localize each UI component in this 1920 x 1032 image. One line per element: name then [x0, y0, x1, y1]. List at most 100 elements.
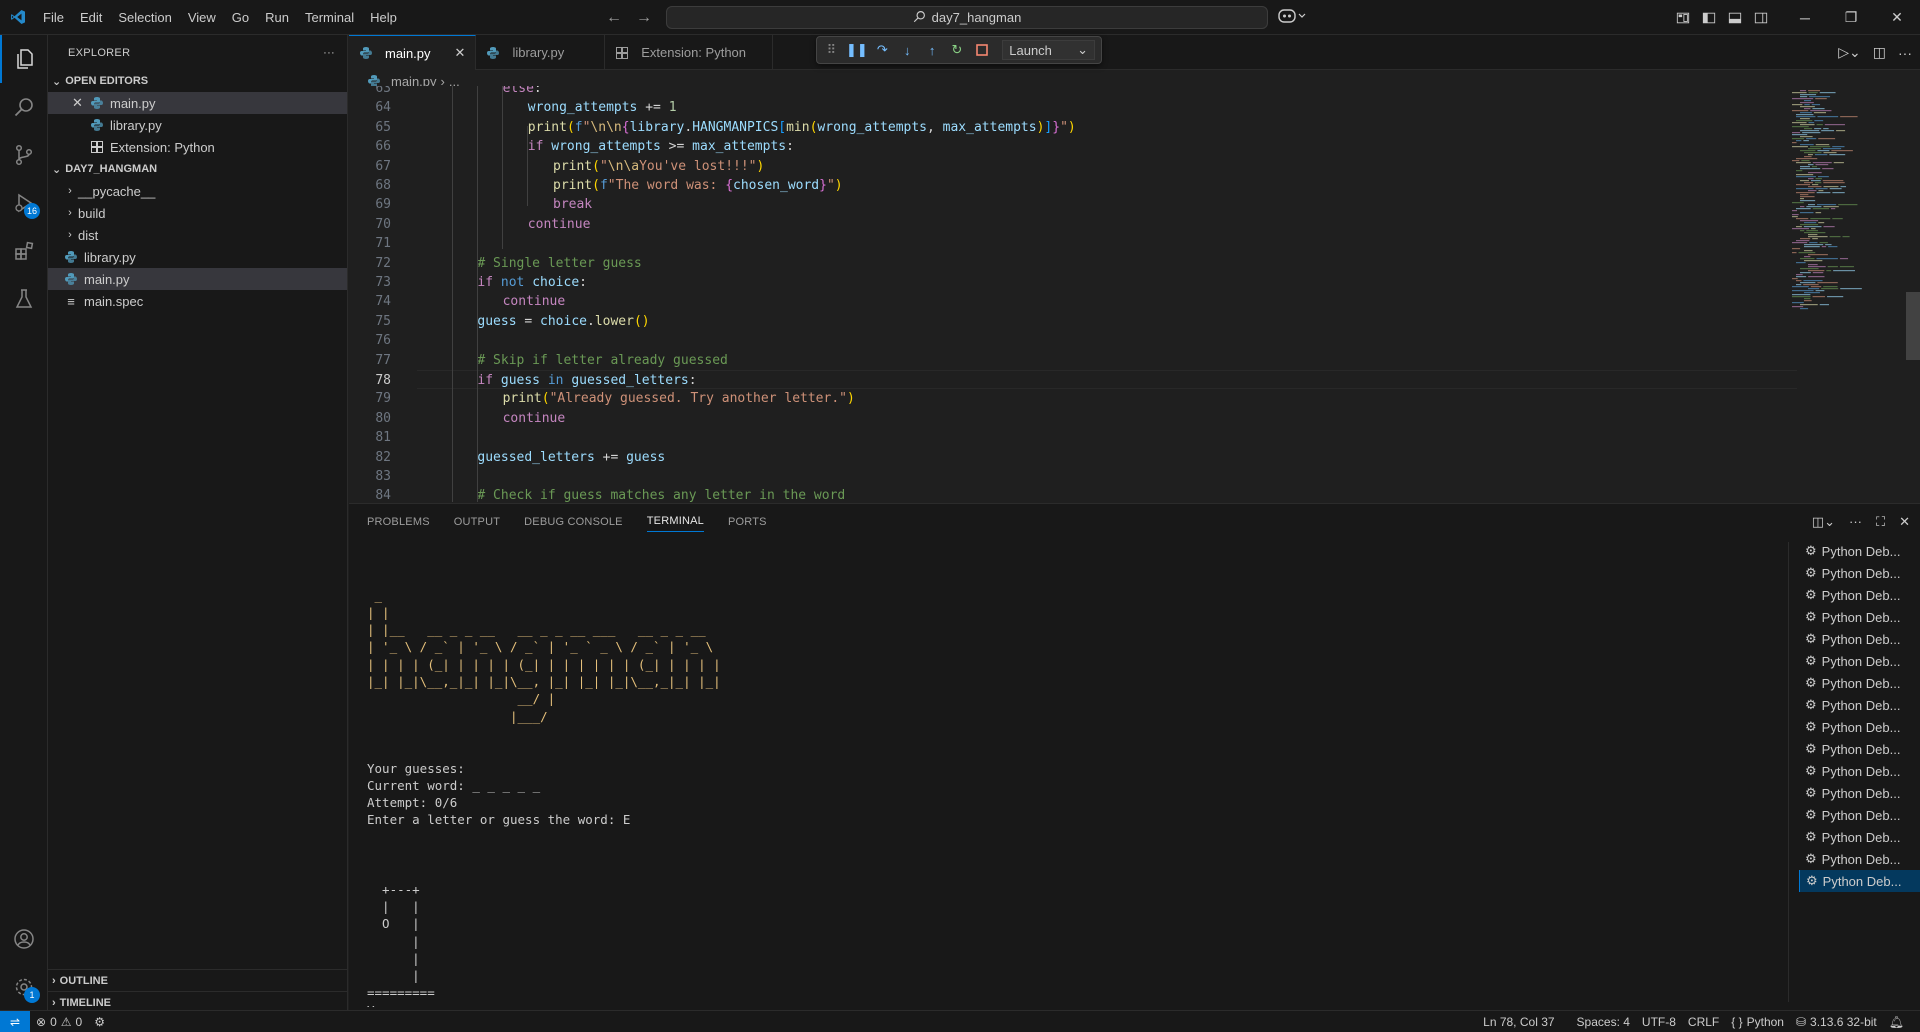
back-arrow-icon[interactable]: ←: [606, 9, 622, 27]
line-number[interactable]: 77: [349, 351, 391, 370]
folder-dist[interactable]: › dist: [48, 224, 347, 246]
code-line[interactable]: 82 guessed_letters += guess: [349, 448, 1789, 467]
terminal-instance-item[interactable]: ⚙ Python Deb...: [1799, 738, 1920, 760]
code-line[interactable]: 64 wrong_attempts += 1: [349, 98, 1789, 117]
menu-help[interactable]: Help: [362, 0, 405, 35]
testing-icon[interactable]: [0, 275, 48, 323]
menu-run[interactable]: Run: [257, 0, 297, 35]
toggle-panel-icon[interactable]: [1722, 0, 1748, 35]
more-actions-icon[interactable]: ···: [1849, 514, 1862, 529]
terminal-instance-item[interactable]: ⚙ Python Deb...: [1799, 804, 1920, 826]
line-number[interactable]: 67: [349, 157, 391, 176]
close-tab-icon[interactable]: ✕: [455, 45, 466, 61]
line-number[interactable]: 76: [349, 331, 391, 350]
code-line[interactable]: 68 print(f"The word was: {chosen_word}"): [349, 176, 1789, 195]
code-line[interactable]: 78 if guess in guessed_letters:: [375, 370, 1797, 389]
outline-section[interactable]: › OUTLINE: [48, 969, 347, 991]
code-line[interactable]: 75 guess = choice.lower(): [349, 312, 1789, 331]
minimize-window-icon[interactable]: ─: [1782, 0, 1828, 35]
code-editor[interactable]: 63 else: 64 wrong_attempts += 1 65 print(f"\n…: [349, 86, 1920, 502]
code-line[interactable]: 63 else:: [349, 86, 1789, 98]
more-actions-icon[interactable]: ···: [1898, 45, 1912, 61]
line-number[interactable]: 69: [349, 195, 391, 214]
code-line[interactable]: 77 # Skip if letter already guessed: [349, 351, 1789, 370]
tab-extension-python[interactable]: Extension: Python: [605, 35, 774, 70]
line-number[interactable]: 81: [349, 428, 391, 447]
code-line[interactable]: 66 if wrong_attempts >= max_attempts:: [349, 137, 1789, 156]
line-number[interactable]: 64: [349, 98, 391, 117]
line-number[interactable]: 74: [349, 292, 391, 311]
terminal-instance-item[interactable]: ⚙ Python Deb...: [1799, 584, 1920, 606]
terminal-instance-item[interactable]: ⚙ Python Deb...: [1799, 716, 1920, 738]
command-center-search[interactable]: day7_hangman: [666, 6, 1268, 29]
line-number[interactable]: 79: [349, 389, 391, 408]
terminal-instance-item[interactable]: ⚙ Python Deb...: [1799, 760, 1920, 782]
more-actions-icon[interactable]: ···: [323, 47, 335, 59]
editor-scrollbar[interactable]: [1906, 292, 1920, 360]
end-of-line[interactable]: CRLF: [1682, 1011, 1725, 1032]
menu-file[interactable]: File: [35, 0, 72, 35]
problems-status[interactable]: ⊗ 0 ⚠ 0: [30, 1011, 88, 1032]
terminal-instance-item[interactable]: ⚙ Python Deb...: [1799, 672, 1920, 694]
line-number[interactable]: 84: [349, 486, 391, 502]
line-number[interactable]: 63: [349, 86, 391, 98]
run-python-file-icon[interactable]: ▷⌄: [1838, 44, 1861, 61]
menu-terminal[interactable]: Terminal: [297, 0, 362, 35]
terminal-instance-item[interactable]: ⚙ Python Deb...: [1799, 628, 1920, 650]
line-number[interactable]: 68: [349, 176, 391, 195]
terminal-instance-item[interactable]: ⚙ Python Deb...: [1799, 650, 1920, 672]
toggle-secondary-sidebar-icon[interactable]: [1748, 0, 1774, 35]
stop-icon[interactable]: [973, 41, 990, 59]
menu-go[interactable]: Go: [224, 0, 257, 35]
step-into-icon[interactable]: ↓: [899, 41, 916, 59]
tab-library-py[interactable]: library.py: [476, 35, 606, 70]
source-control-icon[interactable]: [0, 131, 48, 179]
code-line[interactable]: 79 print("Already guessed. Try another le…: [349, 389, 1789, 408]
explorer-icon[interactable]: [0, 35, 48, 83]
code-line[interactable]: 67 print("\n\aYou've lost!!!"): [349, 157, 1789, 176]
extensions-icon[interactable]: [0, 227, 48, 275]
accounts-icon[interactable]: [0, 915, 48, 963]
close-panel-icon[interactable]: ✕: [1899, 514, 1910, 530]
line-number[interactable]: 73: [349, 273, 391, 292]
menu-view[interactable]: View: [180, 0, 224, 35]
tab-debug-console[interactable]: DEBUG CONSOLE: [524, 516, 623, 528]
terminal-instance-item[interactable]: ⚙ Python Deb...: [1799, 606, 1920, 628]
maximize-panel-icon[interactable]: ⛶: [1876, 514, 1885, 530]
split-terminal-icon[interactable]: ◫⌄: [1812, 514, 1835, 530]
file-library-py[interactable]: library.py: [48, 246, 347, 268]
code-line[interactable]: 70 continue: [349, 215, 1789, 234]
line-number[interactable]: 71: [349, 234, 391, 253]
run-debug-icon[interactable]: 16: [0, 179, 48, 227]
tab-output[interactable]: OUTPUT: [454, 516, 500, 528]
code-line[interactable]: 71: [349, 234, 1789, 253]
code-line[interactable]: 69 break: [349, 195, 1789, 214]
launch-config-select[interactable]: Launch ⌄: [1002, 40, 1095, 60]
close-icon[interactable]: ✕: [72, 95, 90, 111]
folder-pycache[interactable]: › __pycache__: [48, 180, 347, 202]
python-interpreter[interactable]: ⛁ 3.13.6 32-bit: [1790, 1011, 1883, 1032]
tab-ports[interactable]: PORTS: [728, 516, 767, 528]
pause-icon[interactable]: ❚❚: [846, 41, 868, 59]
toggle-primary-sidebar-icon[interactable]: [1696, 0, 1722, 35]
line-number[interactable]: 65: [349, 118, 391, 137]
code-line[interactable]: 73 if not choice:: [349, 273, 1789, 292]
code-line[interactable]: 81: [349, 428, 1789, 447]
remote-indicator-icon[interactable]: ⇌: [0, 1010, 30, 1032]
line-number[interactable]: 78: [349, 371, 391, 390]
search-view-icon[interactable]: [0, 83, 48, 131]
terminal-output[interactable]: _ | | | |__ __ _ _ __ __ _ _ __ ___ __ _ _…: [367, 552, 1787, 1007]
file-main-spec[interactable]: ≡ main.spec: [48, 290, 347, 312]
line-number[interactable]: 83: [349, 467, 391, 486]
step-out-icon[interactable]: ↑: [924, 41, 941, 59]
line-number[interactable]: 66: [349, 137, 391, 156]
drag-handle-icon[interactable]: ⠿: [823, 41, 840, 59]
file-main-py[interactable]: main.py: [48, 268, 347, 290]
cursor-position[interactable]: Ln 78, Col 37: [1477, 1011, 1560, 1032]
terminal-instance-item[interactable]: ⚙ Python Deb...: [1799, 562, 1920, 584]
menu-selection[interactable]: Selection: [110, 0, 179, 35]
restart-icon[interactable]: ↻: [949, 41, 966, 59]
code-line[interactable]: 76: [349, 331, 1789, 350]
terminal-instance-item[interactable]: ⚙ Python Deb...: [1799, 848, 1920, 870]
restore-window-icon[interactable]: ❐: [1828, 0, 1874, 35]
